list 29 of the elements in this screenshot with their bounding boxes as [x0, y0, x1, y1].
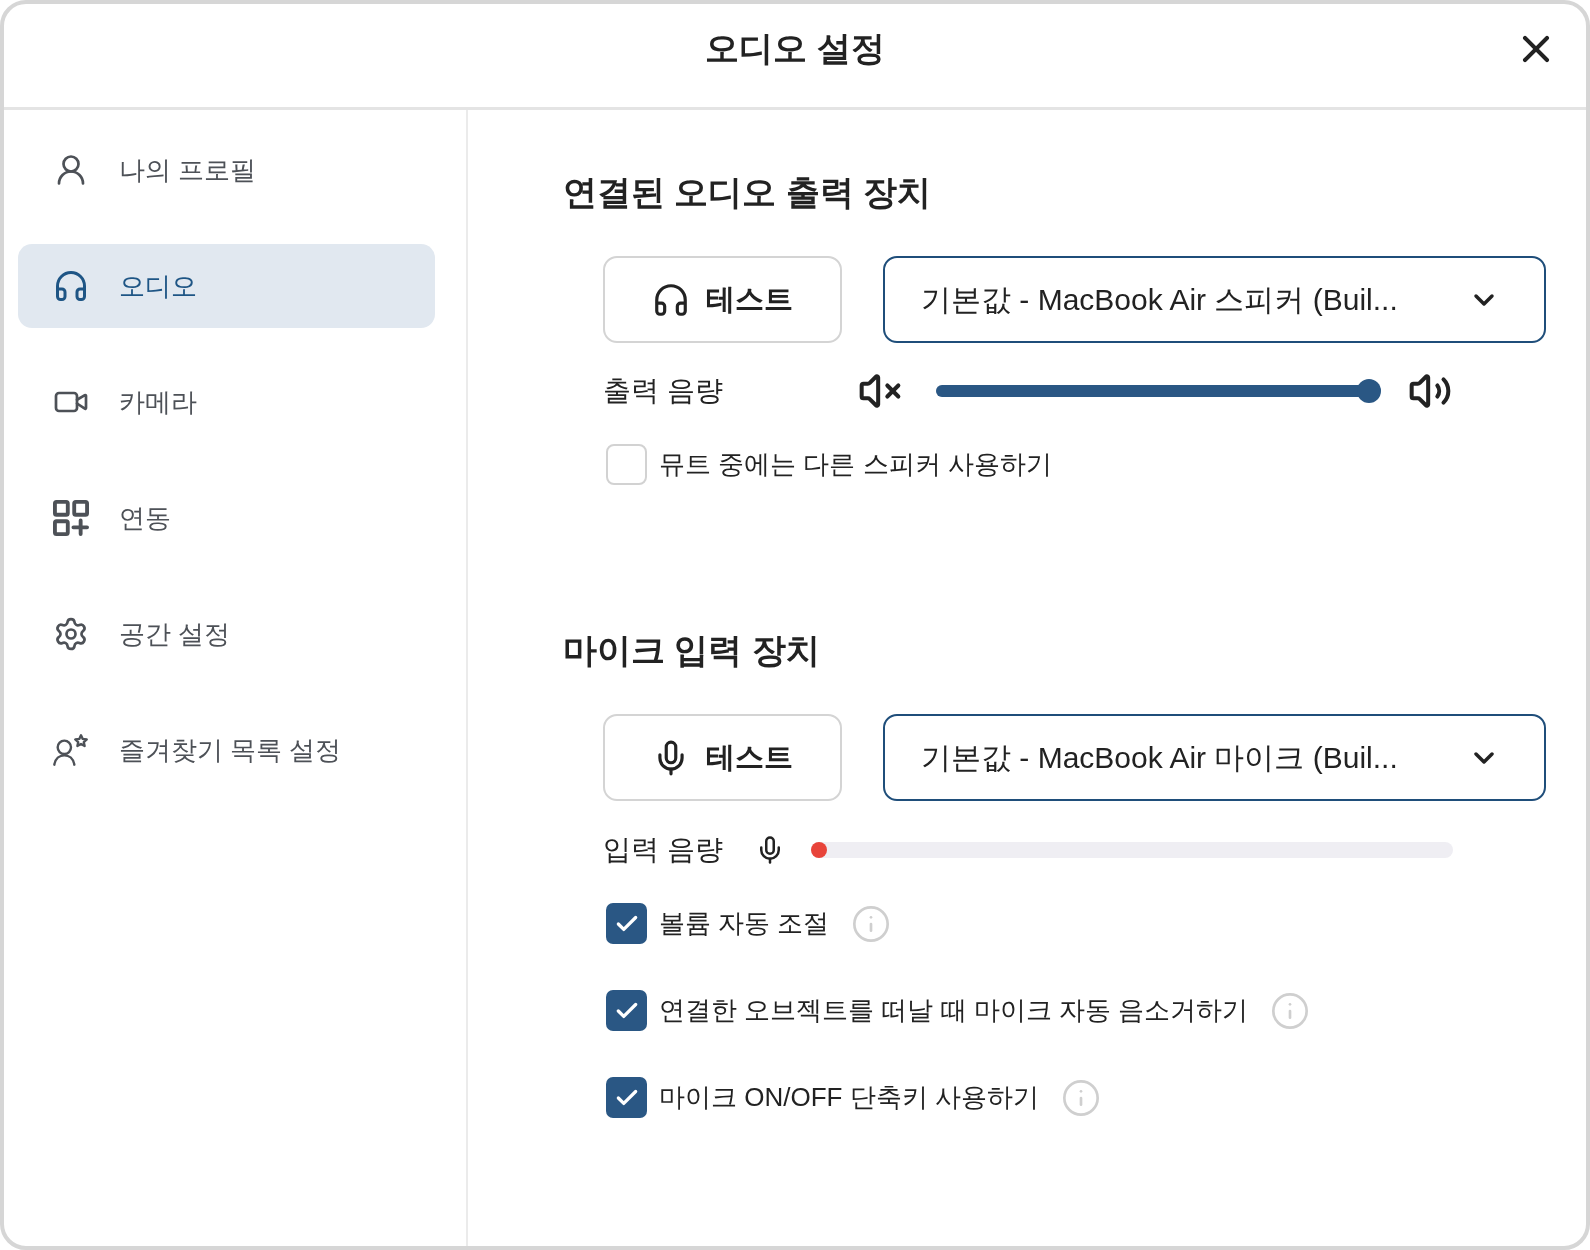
slider-thumb[interactable] [1357, 379, 1381, 403]
device-dropdown[interactable]: 기본값 - MacBook Air 스피커 (Buil... [883, 256, 1546, 343]
checkbox[interactable] [606, 903, 647, 944]
section-title: 마이크 입력 장치 [563, 630, 821, 671]
section-title: 연결된 오디오 출력 장치 [563, 172, 933, 213]
checkbox-label: 뮤트 중에는 다른 스피커 사용하기 [659, 448, 1052, 481]
test-button[interactable]: 테스트 [603, 714, 842, 801]
checkbox-label: 연결한 오브젝트를 떠날 때 마이크 자동 음소거하기 [659, 994, 1249, 1027]
volume-label: 입력 음량 [603, 833, 724, 867]
device-dropdown[interactable]: 기본값 - MacBook Air 마이크 (Buil... [883, 714, 1546, 801]
sidebar-item[interactable]: 공간 설정 [18, 592, 435, 676]
grid-plus-icon [53, 500, 89, 536]
sidebar-item[interactable]: 카메라 [18, 360, 435, 444]
sidebar-item[interactable]: 나의 프로필 [18, 128, 435, 212]
settings-icon [53, 616, 89, 652]
volume-slider[interactable] [936, 379, 1381, 403]
checkbox-label: 볼륨 자동 조절 [659, 907, 830, 940]
volume-label: 출력 음량 [603, 374, 724, 408]
test-button[interactable]: 테스트 [603, 256, 842, 343]
checkbox[interactable] [606, 1077, 647, 1118]
window-title: 오디오 설정 [705, 28, 885, 69]
sidebar-item[interactable]: 연동 [18, 476, 435, 560]
sidebar-item[interactable]: 즐겨찾기 목록 설정 [18, 708, 435, 792]
sidebar-item[interactable]: 오디오 [18, 244, 435, 328]
person-star-icon [53, 732, 89, 768]
headphones-icon [53, 268, 89, 304]
checkbox[interactable] [606, 444, 647, 485]
checkbox[interactable] [606, 990, 647, 1031]
checkbox-label: 마이크 ON/OFF 단축키 사용하기 [659, 1081, 1039, 1114]
